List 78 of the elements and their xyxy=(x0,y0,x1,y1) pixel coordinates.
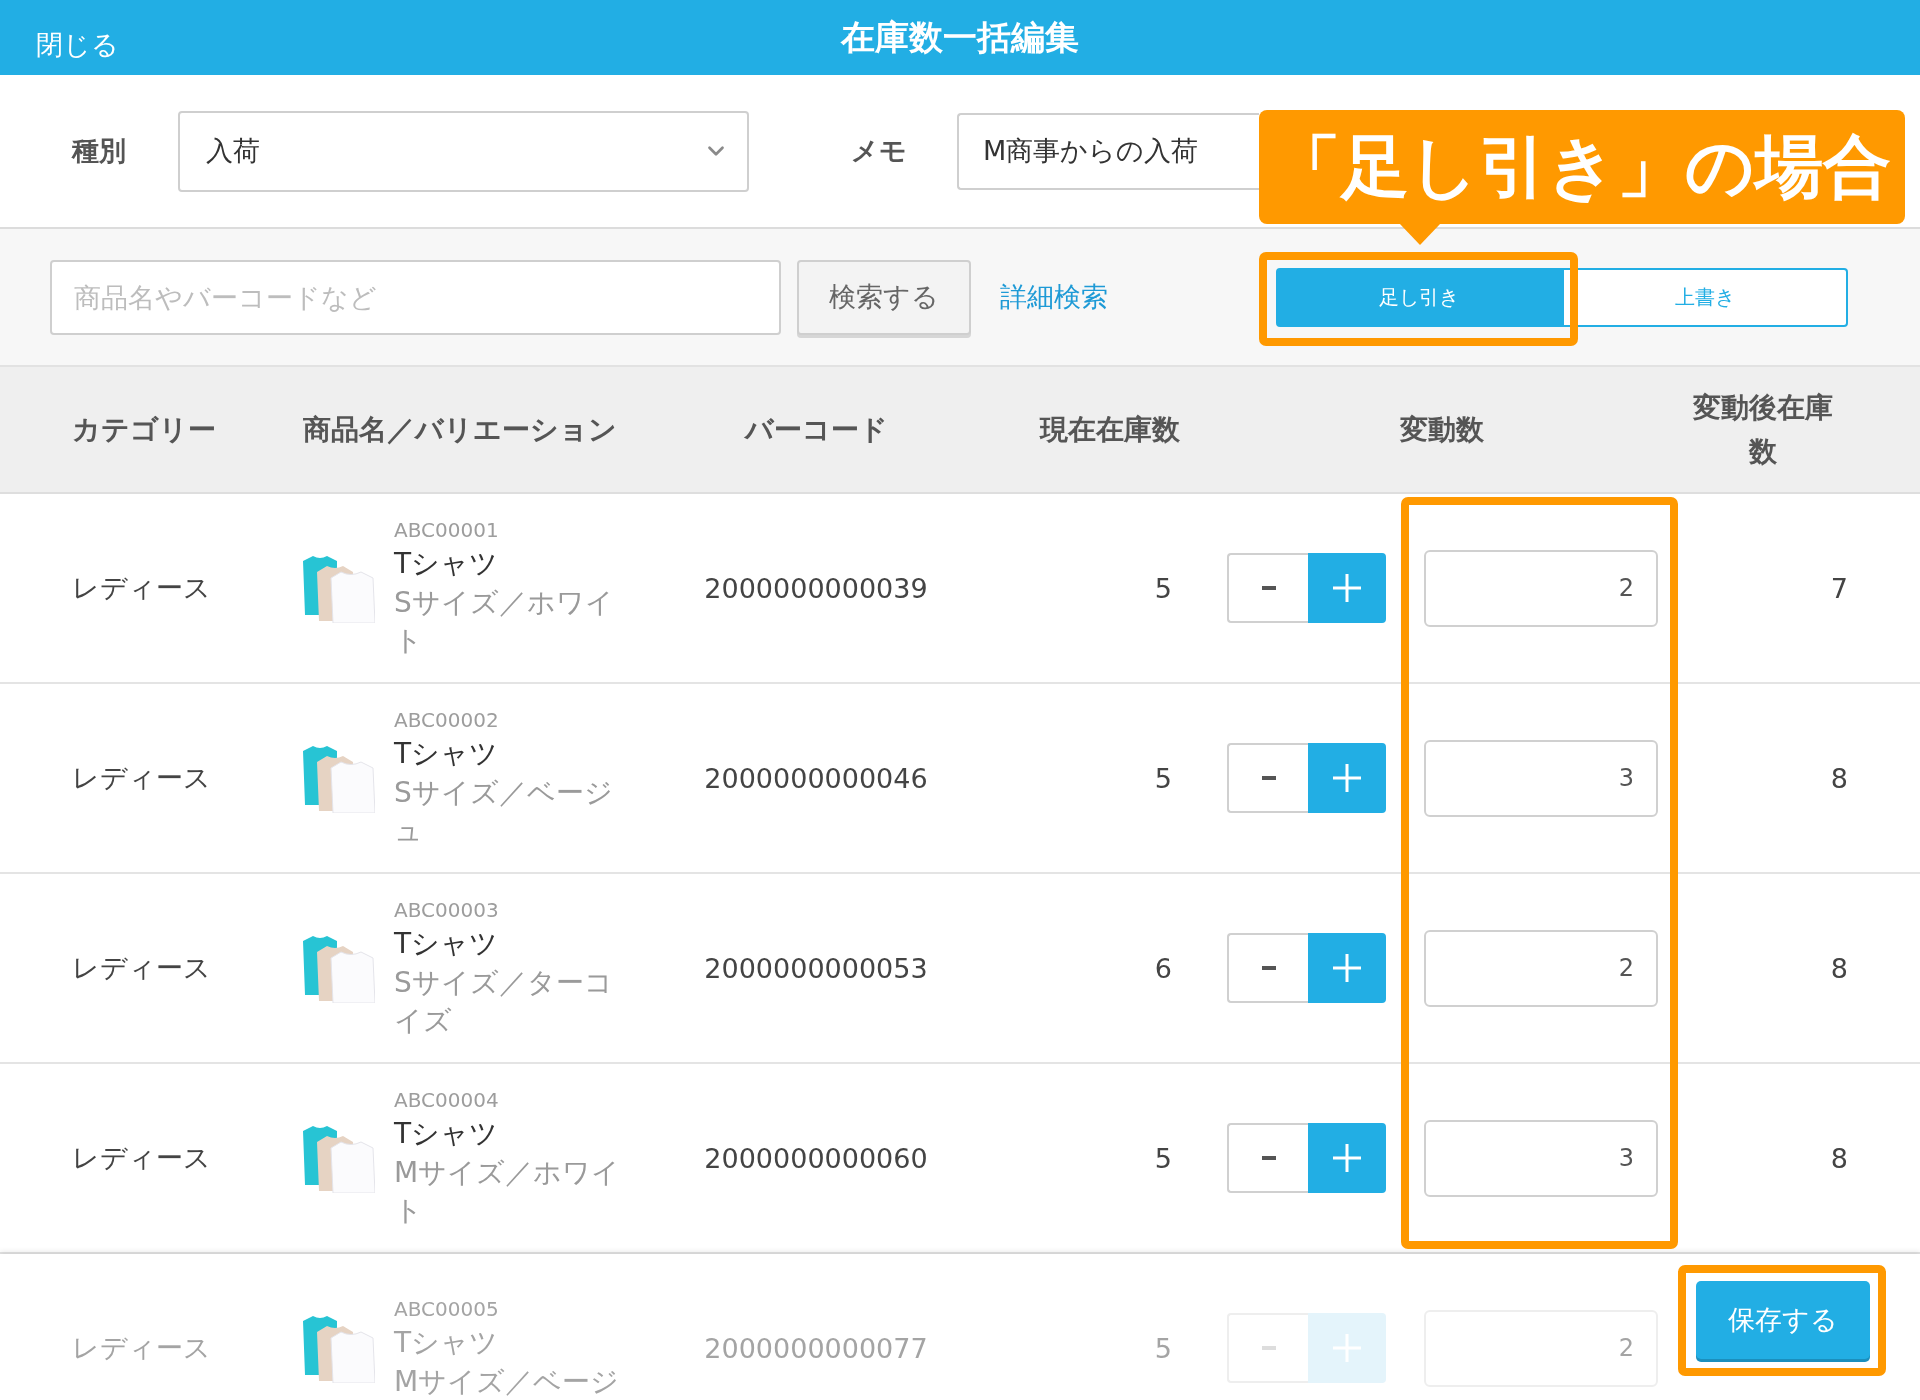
stock-cell: 6 xyxy=(1154,952,1172,984)
page-title: 在庫数一括編集 xyxy=(841,15,1079,59)
increment-button[interactable] xyxy=(1308,1123,1386,1193)
category-cell-text: レディース xyxy=(72,761,211,795)
product-name: Tシャツ xyxy=(394,1116,500,1152)
product-code: ABC00005 xyxy=(394,1296,500,1323)
plus-icon xyxy=(1333,764,1361,792)
change-input[interactable]: 2 xyxy=(1424,929,1658,1007)
folded-shirts-drawing xyxy=(303,1313,375,1383)
decrement-button[interactable] xyxy=(1227,1123,1308,1193)
stock-cell: 5 xyxy=(1154,1142,1172,1174)
barcode-cell: 2000000000053 xyxy=(704,952,928,984)
plus-icon xyxy=(1333,574,1361,602)
type-label: 種別 xyxy=(72,134,127,168)
product-name: Tシャツ xyxy=(394,736,500,772)
decrement-button[interactable] xyxy=(1227,743,1308,813)
increment-button[interactable] xyxy=(1308,553,1386,623)
minus-icon xyxy=(1261,776,1276,780)
memo-field[interactable]: M商事からの入荷 xyxy=(957,112,1259,190)
decrement-button[interactable] xyxy=(1227,933,1308,1003)
after-stock-cell: 8 xyxy=(1830,1142,1848,1174)
plus-icon xyxy=(1333,1144,1361,1172)
minus-icon xyxy=(1261,586,1276,590)
minus-icon xyxy=(1261,1346,1276,1350)
column-header: 商品名／バリエーション xyxy=(303,411,617,448)
decrement-button[interactable] xyxy=(1227,553,1308,623)
increment-button[interactable] xyxy=(1308,743,1386,813)
product-variation: Mサイズ／ホワイト xyxy=(394,1155,622,1229)
barcode-cell: 2000000000039 xyxy=(704,572,928,604)
category-cell-text: レディース xyxy=(72,1141,211,1175)
folded-shirts-drawing xyxy=(303,743,375,813)
memo-label: メモ xyxy=(851,134,908,168)
category-cell-text: レディース xyxy=(72,1331,211,1365)
after-stock-cell: 7 xyxy=(1830,572,1848,604)
plus-icon xyxy=(1333,954,1361,982)
stock-cell: 5 xyxy=(1154,572,1172,604)
barcode-cell: 2000000000077 xyxy=(704,1332,928,1364)
category-cell-text: レディース xyxy=(72,571,211,605)
product-name: Tシャツ xyxy=(394,1325,500,1361)
product-variation: Mサイズ／ベージ xyxy=(394,1364,621,1400)
change-input[interactable]: 3 xyxy=(1424,739,1658,817)
folded-shirts-drawing xyxy=(303,1123,375,1193)
column-header: カテゴリー xyxy=(72,411,216,448)
product-code: ABC00002 xyxy=(394,707,500,734)
stock-cell: 5 xyxy=(1154,762,1172,794)
plus-icon xyxy=(1333,1334,1361,1362)
column-header: 変動後在庫数 xyxy=(1692,389,1834,470)
product-code: ABC00003 xyxy=(394,897,500,924)
callout-pointer-icon xyxy=(1399,223,1441,245)
change-input[interactable]: 3 xyxy=(1424,1119,1658,1197)
type-select[interactable]: 入荷 xyxy=(178,110,749,192)
product-variation: Sサイズ／ベージュ xyxy=(394,775,614,849)
callout-banner: 「足し引き」の場合 xyxy=(1259,110,1905,224)
product-variation: Sサイズ／ターコイズ xyxy=(394,965,614,1039)
product-code: ABC00001 xyxy=(394,517,500,544)
column-header: バーコード xyxy=(744,411,888,448)
folded-shirts-drawing xyxy=(303,933,375,1003)
column-header: 変動数 xyxy=(1400,411,1484,448)
after-stock-cell: 8 xyxy=(1830,952,1848,984)
increment-button[interactable] xyxy=(1308,933,1386,1003)
minus-icon xyxy=(1261,966,1276,970)
change-input[interactable]: 2 xyxy=(1424,549,1658,627)
barcode-cell: 2000000000060 xyxy=(704,1142,928,1174)
search-button[interactable]: 検索する xyxy=(797,259,971,335)
product-name: Tシャツ xyxy=(394,546,500,582)
column-header: 現在在庫数 xyxy=(1040,411,1180,448)
select-value: 入荷 xyxy=(206,134,260,168)
barcode-cell: 2000000000046 xyxy=(704,762,928,794)
product-variation: Sサイズ／ホワイト xyxy=(394,585,615,659)
minus-icon xyxy=(1261,1156,1276,1160)
product-name: Tシャツ xyxy=(394,926,500,962)
advanced-search-link[interactable]: 詳細検索 xyxy=(1000,279,1108,315)
after-stock-cell: 8 xyxy=(1830,762,1848,794)
search-field[interactable]: 商品名やバーコードなど xyxy=(50,259,781,335)
folded-shirts-drawing xyxy=(303,553,375,623)
category-cell-text: レディース xyxy=(72,951,211,985)
product-code: ABC00004 xyxy=(394,1087,500,1114)
stock-cell: 5 xyxy=(1154,1332,1172,1364)
